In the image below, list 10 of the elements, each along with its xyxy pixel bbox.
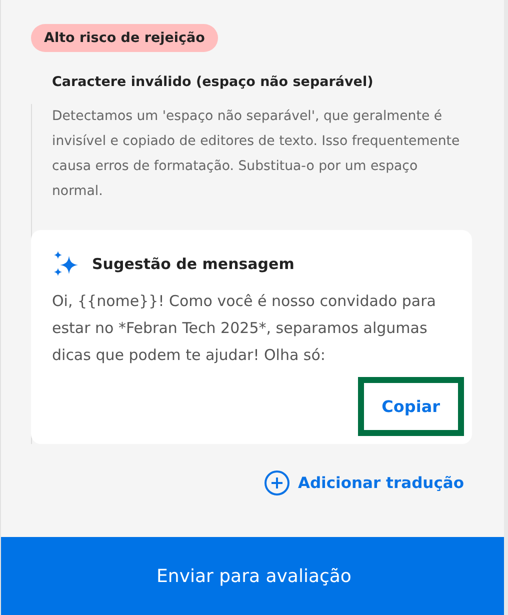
submit-button[interactable]: Enviar para avaliação — [1, 537, 504, 615]
plus-circle-icon — [264, 470, 290, 496]
add-translation-link[interactable]: Adicionar tradução — [264, 470, 472, 496]
issue-description: Detectamos um 'espaço não separável', que geralmente é invisível e copiado de editores de texto. Isso frequentemente causa erros de formatação. Substitua-o por um espaço normal. — [52, 108, 461, 201]
suggestion-title: Sugestão de mensagem — [92, 255, 294, 273]
sparkle-icon — [52, 250, 80, 278]
copy-button[interactable]: Copiar — [358, 377, 464, 436]
risk-badge: Alto risco de rejeição — [31, 24, 218, 52]
suggestion-message: Oi, {{nome}}! Como você é nosso convidado para estar no *Febran Tech 2025*, separamos algumas dicas que podem te ajudar! Olha só: — [52, 291, 437, 366]
issue-title: Caractere inválido (espaço não separável) — [52, 74, 374, 90]
